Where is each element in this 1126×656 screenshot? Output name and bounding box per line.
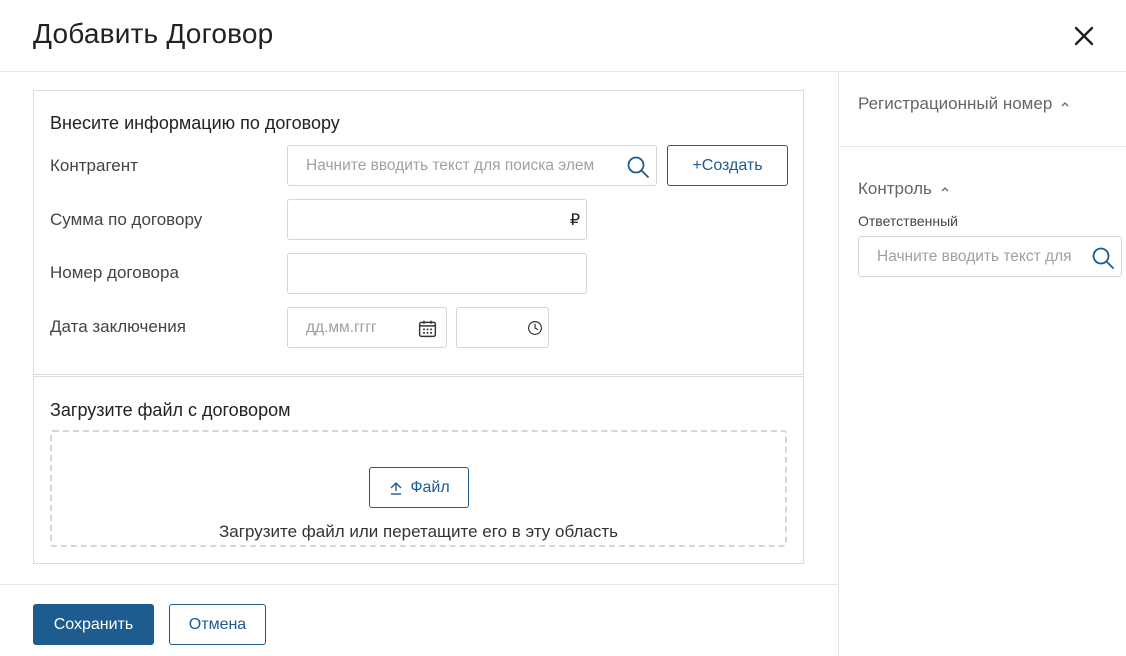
search-icon[interactable] bbox=[626, 155, 650, 179]
right-sidebar: Регистрационный номер Контроль Ответстве… bbox=[840, 73, 1126, 656]
contract-info-panel: Внесите информацию по договору Контраген… bbox=[33, 90, 804, 375]
file-upload-button[interactable]: Файл bbox=[369, 467, 469, 508]
control-title: Контроль bbox=[858, 179, 932, 198]
chevron-up-icon bbox=[1061, 102, 1069, 107]
file-upload-button-label: Файл bbox=[410, 478, 450, 496]
dialog-header: Добавить Договор bbox=[0, 0, 1126, 72]
contract-number-label: Номер договора bbox=[50, 263, 179, 282]
responsible-search-input[interactable]: Начните вводить текст для bbox=[858, 236, 1122, 277]
ruble-icon: ₽ bbox=[569, 212, 580, 229]
close-icon bbox=[1074, 26, 1094, 46]
search-icon[interactable] bbox=[1091, 246, 1115, 270]
cancel-button[interactable]: Отмена bbox=[169, 604, 266, 645]
control-section-toggle[interactable]: Контроль bbox=[858, 179, 950, 199]
chevron-up-icon bbox=[941, 187, 949, 192]
conclusion-date-label: Дата заключения bbox=[50, 317, 186, 336]
counterparty-label: Контрагент bbox=[50, 156, 138, 175]
calendar-icon[interactable] bbox=[417, 318, 438, 339]
registration-number-section-toggle[interactable]: Регистрационный номер bbox=[858, 94, 1070, 114]
conclusion-time-input[interactable] bbox=[456, 307, 549, 348]
responsible-placeholder: Начните вводить текст для bbox=[877, 247, 1072, 265]
conclusion-date-input[interactable]: дд.мм.гггг bbox=[287, 307, 447, 348]
main-content: Внесите информацию по договору Контраген… bbox=[0, 73, 839, 584]
save-button[interactable]: Сохранить bbox=[33, 604, 154, 645]
responsible-label: Ответственный bbox=[858, 213, 958, 229]
panel-title: Внесите информацию по договору bbox=[50, 113, 340, 133]
create-counterparty-button[interactable]: +Создать bbox=[667, 145, 788, 186]
sidebar-divider bbox=[840, 146, 1126, 147]
amount-label: Сумма по договору bbox=[50, 210, 203, 229]
registration-number-title: Регистрационный номер bbox=[858, 94, 1053, 113]
amount-input[interactable]: ₽ bbox=[287, 199, 587, 240]
date-placeholder: дд.мм.гггг bbox=[306, 318, 377, 336]
file-upload-panel: Загрузите файл с договором Файл Загрузит… bbox=[33, 376, 804, 564]
contract-number-input[interactable] bbox=[287, 253, 587, 294]
counterparty-placeholder: Начните вводить текст для поиска элем bbox=[306, 156, 595, 174]
dialog-footer: Сохранить Отмена bbox=[0, 584, 839, 656]
dropzone-hint: Загрузите файл или перетащите его в эту … bbox=[219, 522, 618, 541]
close-button[interactable] bbox=[1068, 20, 1100, 52]
dialog-title: Добавить Договор bbox=[33, 18, 274, 49]
clock-icon[interactable] bbox=[526, 319, 544, 337]
counterparty-search-input[interactable]: Начните вводить текст для поиска элем bbox=[287, 145, 657, 186]
upload-icon bbox=[390, 481, 402, 495]
file-dropzone[interactable]: Файл Загрузите файл или перетащите его в… bbox=[50, 430, 787, 547]
panel-title: Загрузите файл с договором bbox=[50, 400, 291, 420]
